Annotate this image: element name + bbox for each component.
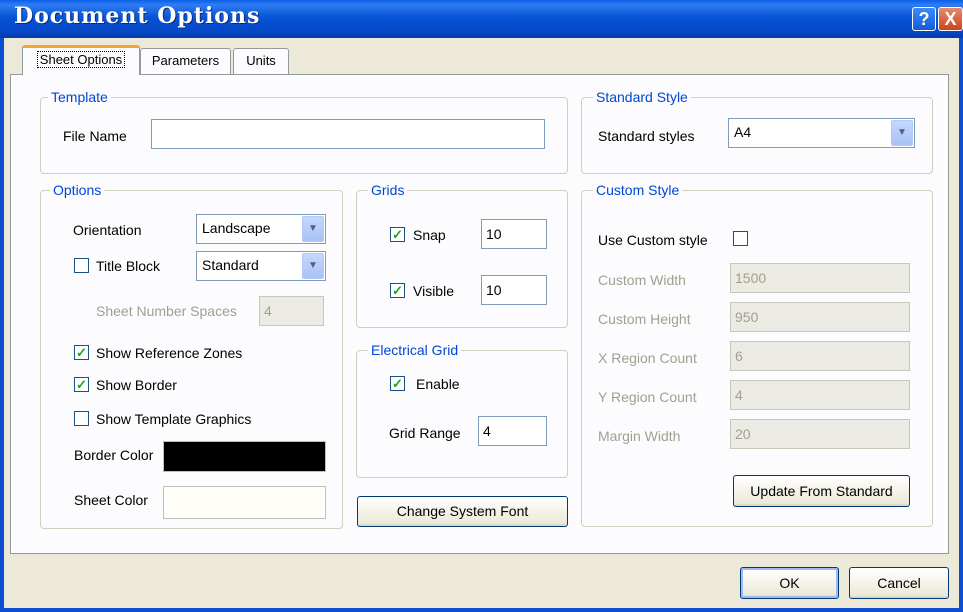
chevron-down-icon[interactable]: ▼ [302, 253, 324, 279]
cancel-button[interactable]: Cancel [849, 567, 949, 599]
y-region-count-label: Y Region Count [598, 389, 697, 405]
custom-width-label: Custom Width [598, 272, 686, 288]
visible-label: Visible [413, 283, 454, 299]
orientation-select[interactable]: Landscape ▼ [196, 214, 326, 244]
sheet-color-label: Sheet Color [74, 492, 148, 508]
electrical-grid-group-title: Electrical Grid [368, 342, 462, 358]
margin-width-label: Margin Width [598, 428, 681, 444]
show-template-graphics-label: Show Template Graphics [96, 411, 252, 427]
checkmark-icon: ✓ [392, 283, 403, 298]
snap-label: Snap [413, 227, 446, 243]
window-border-bottom [0, 608, 963, 612]
standard-styles-label: Standard styles [598, 128, 695, 144]
checkmark-icon: ✓ [76, 377, 87, 392]
visible-input[interactable]: 10 [481, 275, 547, 305]
show-reference-zones-label: Show Reference Zones [96, 345, 243, 361]
file-name-input[interactable] [151, 119, 545, 149]
template-group-title: Template [48, 89, 111, 105]
snap-checkbox[interactable]: ✓ [390, 227, 405, 242]
border-color-swatch[interactable] [163, 441, 326, 472]
tab-sheet-options[interactable]: Sheet Options [22, 45, 140, 75]
checkmark-icon: ✓ [392, 227, 403, 242]
title-block-checkbox[interactable] [74, 258, 89, 273]
checkmark-icon: ✓ [76, 345, 87, 360]
use-custom-style-label: Use Custom style [598, 232, 708, 248]
update-from-standard-button[interactable]: Update From Standard [733, 475, 910, 507]
custom-width-input[interactable]: 1500 [730, 263, 910, 293]
margin-width-input[interactable]: 20 [730, 419, 910, 449]
sheet-number-spaces-label: Sheet Number Spaces [96, 303, 237, 319]
standard-style-group-title: Standard Style [593, 89, 691, 105]
x-region-count-input[interactable]: 6 [730, 341, 910, 371]
chevron-down-icon[interactable]: ▼ [302, 216, 324, 242]
custom-height-input[interactable]: 950 [730, 302, 910, 332]
window-title: Document Options [14, 3, 261, 29]
options-group-title: Options [50, 182, 105, 198]
sheet-number-spaces-input[interactable]: 4 [259, 296, 324, 326]
snap-input[interactable]: 10 [481, 219, 547, 249]
orientation-label: Orientation [73, 222, 142, 238]
window-border-right [959, 38, 963, 612]
title-block-select[interactable]: Standard ▼ [196, 251, 326, 281]
title-block-value: Standard [202, 257, 259, 273]
tab-units[interactable]: Units [233, 48, 289, 74]
custom-height-label: Custom Height [598, 311, 691, 327]
orientation-value: Landscape [202, 220, 271, 236]
custom-style-group-title: Custom Style [593, 182, 683, 198]
grids-group-title: Grids [368, 182, 408, 198]
grids-group [356, 190, 568, 328]
grid-range-input[interactable]: 4 [478, 416, 547, 446]
sheet-color-swatch[interactable] [163, 486, 326, 519]
change-system-font-button[interactable]: Change System Font [357, 496, 568, 527]
help-button[interactable]: ? [912, 7, 936, 31]
border-color-label: Border Color [74, 447, 154, 463]
file-name-label: File Name [63, 128, 127, 144]
title-block-label: Title Block [96, 258, 161, 274]
standard-styles-select[interactable]: A4 ▼ [728, 118, 915, 148]
close-button[interactable]: X [938, 7, 963, 31]
use-custom-style-checkbox[interactable] [733, 231, 748, 246]
show-template-graphics-checkbox[interactable] [74, 411, 89, 426]
y-region-count-input[interactable]: 4 [730, 380, 910, 410]
visible-checkbox[interactable]: ✓ [390, 283, 405, 298]
enable-label: Enable [416, 376, 460, 392]
electrical-grid-group [356, 350, 568, 478]
ok-button[interactable]: OK [740, 567, 839, 599]
window-border-left [0, 38, 4, 612]
checkmark-icon: ✓ [392, 376, 403, 391]
tab-parameters[interactable]: Parameters [140, 48, 231, 74]
show-border-label: Show Border [96, 377, 177, 393]
show-reference-zones-checkbox[interactable]: ✓ [74, 345, 89, 360]
x-region-count-label: X Region Count [598, 350, 697, 366]
show-border-checkbox[interactable]: ✓ [74, 377, 89, 392]
standard-styles-value: A4 [734, 124, 752, 140]
chevron-down-icon[interactable]: ▼ [891, 120, 913, 146]
grid-range-label: Grid Range [389, 425, 461, 441]
enable-checkbox[interactable]: ✓ [390, 376, 405, 391]
